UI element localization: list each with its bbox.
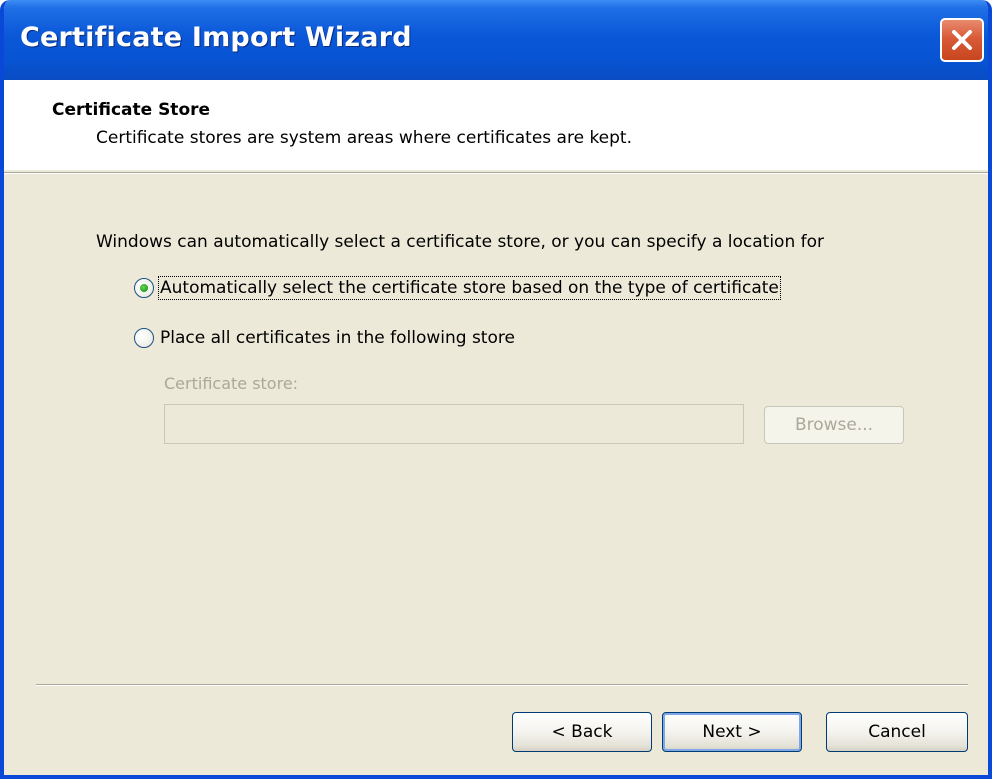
wizard-window: Certificate Import Wizard Certificate St… [0,0,992,779]
certificate-store-field[interactable] [164,404,744,444]
header-divider [4,172,988,174]
auto-select-radio[interactable] [134,278,154,298]
page-title: Certificate Store [52,100,211,120]
back-button[interactable]: < Back [512,712,652,752]
window-title: Certificate Import Wizard [20,22,412,53]
place-in-store-label[interactable]: Place all certificates in the following … [160,328,515,348]
place-in-store-radio[interactable] [134,328,154,348]
cancel-button[interactable]: Cancel [826,712,968,752]
next-button[interactable]: Next > [662,712,802,752]
header-panel [4,80,988,170]
radio-selected-dot [140,284,148,292]
close-icon [952,30,972,50]
certificate-store-label: Certificate store: [164,374,299,393]
browse-button[interactable]: Browse... [764,406,904,444]
intro-text: Windows can automatically select a certi… [96,232,825,252]
page-description: Certificate stores are system areas wher… [96,128,633,148]
footer-divider [36,684,968,686]
auto-select-label[interactable]: Automatically select the certificate sto… [158,276,781,300]
title-bar[interactable]: Certificate Import Wizard [4,0,988,80]
close-button[interactable] [940,18,984,62]
